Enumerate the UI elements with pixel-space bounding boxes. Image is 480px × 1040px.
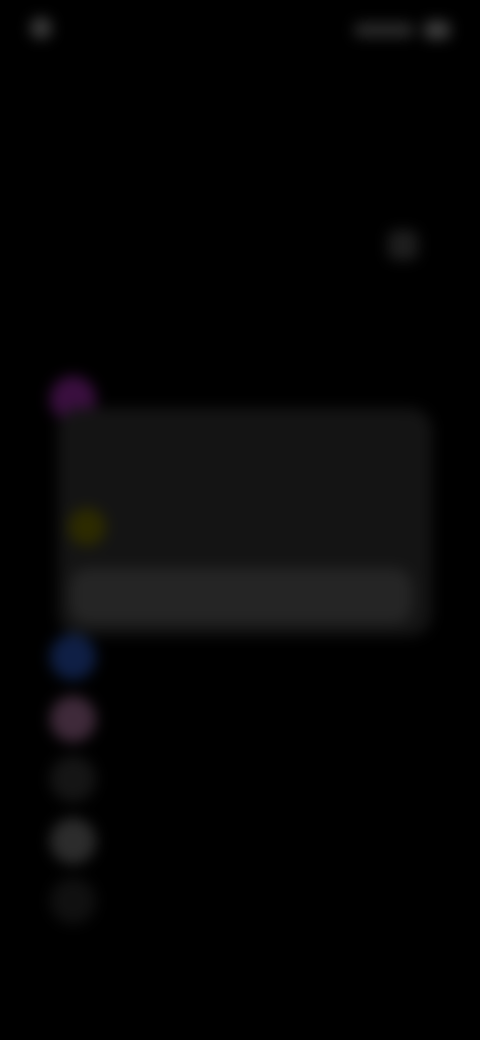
card-action-button[interactable] — [70, 568, 412, 624]
signal-icon — [354, 23, 414, 37]
status-dot-icon — [30, 17, 52, 39]
app-icon-gray — [50, 818, 96, 864]
app-screen — [0, 0, 480, 1040]
list-item[interactable] — [50, 634, 420, 680]
app-icon-blue — [50, 634, 96, 680]
status-bar-right — [354, 16, 450, 44]
status-bar-left — [30, 14, 60, 42]
app-icon-dim — [50, 878, 96, 924]
app-icon-pink — [50, 696, 96, 742]
info-card — [58, 408, 432, 636]
battery-icon — [424, 21, 450, 39]
app-icon-dark — [50, 756, 96, 802]
list-item[interactable] — [50, 818, 420, 864]
list-item[interactable] — [50, 878, 420, 924]
list-item[interactable] — [50, 696, 420, 742]
more-options-icon[interactable] — [388, 230, 418, 260]
lightbulb-icon — [68, 508, 106, 546]
list-item[interactable] — [50, 756, 420, 802]
